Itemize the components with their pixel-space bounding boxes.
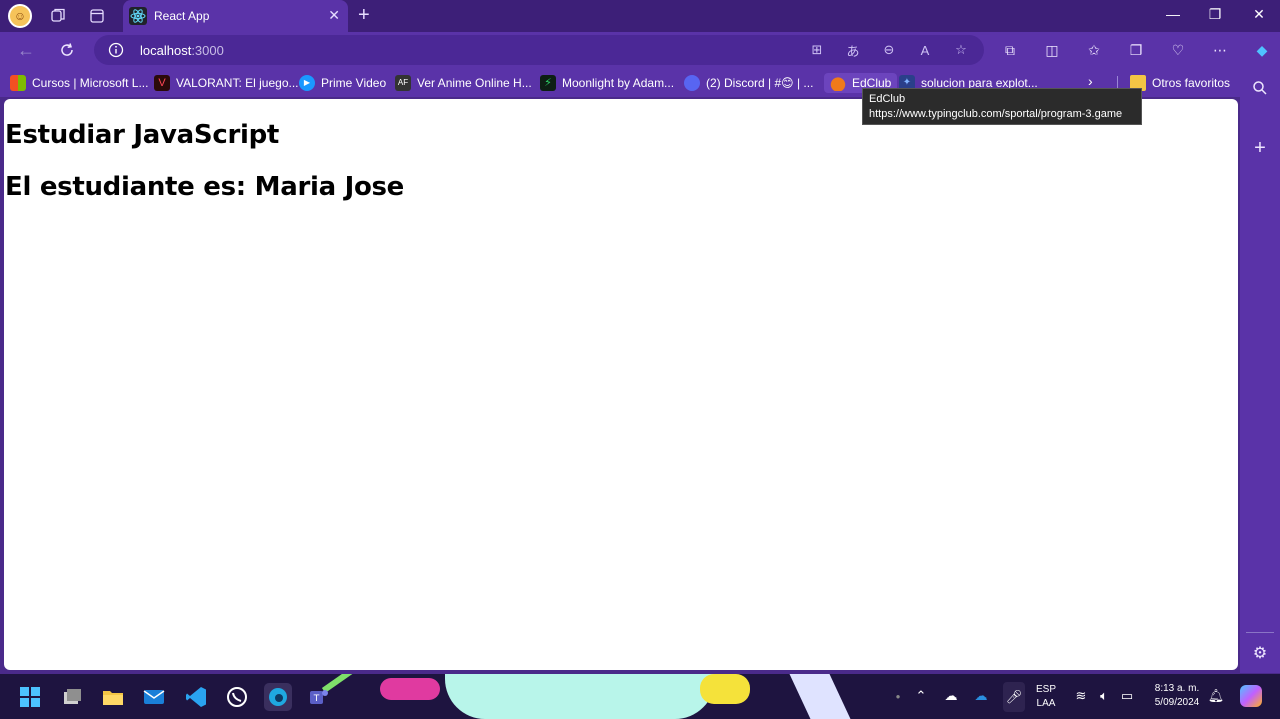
wifi-icon[interactable]: ≋ (1073, 688, 1089, 704)
favorites-icon[interactable]: ✩ (1084, 40, 1104, 60)
favorite-label: Prime Video (321, 76, 387, 90)
favorite-item[interactable]: AF Ver Anime Online H... (395, 73, 532, 93)
read-aloud-icon[interactable]: A (916, 41, 934, 59)
wallpaper-art (445, 674, 715, 719)
start-windows-icon[interactable] (16, 683, 44, 711)
language-code: ESP (1035, 684, 1056, 695)
keyboard-language[interactable]: ESP LAA (1032, 683, 1060, 711)
copilot-taskbar-icon[interactable] (1240, 685, 1262, 707)
wallpaper-art (380, 678, 440, 700)
site-info-icon[interactable] (108, 42, 124, 58)
task-view-icon[interactable] (58, 683, 86, 711)
favorite-item[interactable]: Cursos | Microsoft L... (10, 73, 148, 93)
chevron-up-icon[interactable]: ⌃ (913, 688, 929, 704)
app-available-icon[interactable]: ⊞ (808, 41, 826, 59)
page-viewport: Estudiar JavaScript El estudiante es: Ma… (4, 99, 1238, 670)
other-favorites-label: Otros favoritos (1152, 76, 1231, 90)
mic-muted-icon[interactable]: 🎤︎ (1003, 682, 1025, 712)
maximize-button[interactable]: ❐ (1192, 6, 1238, 26)
edge-sidebar: + ⚙ (1240, 68, 1280, 673)
collections-icon[interactable]: ❐ (1126, 40, 1146, 60)
favorite-label: Ver Anime Online H... (417, 76, 532, 90)
teams-icon[interactable]: T (305, 683, 333, 711)
whatsapp-icon[interactable] (223, 683, 251, 711)
file-explorer-icon[interactable] (99, 683, 127, 711)
wallpaper-art (700, 674, 750, 704)
tooltip-title: EdClub (869, 93, 906, 105)
wallpaper-art (789, 674, 851, 719)
settings-gear-icon[interactable]: ⚙ (1250, 643, 1270, 663)
other-favorites-folder[interactable]: Otros favoritos (1130, 73, 1230, 93)
favorite-item[interactable]: V VALORANT: El juego... (154, 73, 299, 93)
divider (1246, 632, 1274, 633)
mail-icon[interactable] (140, 683, 168, 711)
favorite-star-icon[interactable]: ☆ (952, 41, 970, 59)
microsoft-icon (10, 75, 26, 91)
windows-taskbar: T ● ⌃ ☁ ☁ 🎤︎ ESP LAA ≋ 🔈︎ ▭ 8:13 a. m. 5… (0, 674, 1280, 719)
new-tab-button[interactable]: + (358, 4, 370, 27)
zoom-icon[interactable]: ⊖ (880, 41, 898, 59)
clock-time: 8:13 a. m. (1154, 683, 1200, 694)
url-host: localhost (140, 43, 192, 58)
profile-avatar-icon[interactable]: ☺ (8, 4, 32, 28)
tooltip-url: https://www.typingclub.com/sportal/progr… (869, 108, 1123, 120)
tab-title: React App (154, 9, 210, 23)
extensions-icon[interactable]: ⧉ (1000, 40, 1020, 60)
close-window-button[interactable]: ✕ (1236, 6, 1280, 26)
address-bar[interactable]: localhost:3000 ⊞ あ ⊖ A ☆ (94, 35, 984, 65)
minimize-button[interactable]: — (1150, 6, 1196, 26)
volume-icon[interactable]: 🔈︎ (1096, 688, 1112, 704)
vscode-icon[interactable] (182, 683, 210, 711)
react-icon (129, 7, 147, 25)
notification-bell-icon[interactable]: 🔔︎ (1208, 688, 1225, 704)
url-text[interactable]: localhost:3000 (140, 43, 224, 58)
add-sidebar-app-icon[interactable]: + (1250, 137, 1270, 159)
title-bar: ☺ React App ✕ + — ❐ ✕ (0, 0, 1280, 32)
moonlight-icon: ⚡ (540, 75, 556, 91)
favorite-label: (2) Discord | #😊 | ... (706, 76, 814, 90)
favorite-item[interactable]: (2) Discord | #😊 | ... (684, 73, 813, 93)
refresh-icon[interactable] (57, 40, 77, 60)
browser-toolbar: ← localhost:3000 ⊞ あ ⊖ A ☆ ⧉ ◫ ✩ ❐ ♡ ⋯ ◆ (0, 32, 1280, 68)
workspaces-icon[interactable] (48, 6, 68, 26)
favorites-overflow-chevron-icon[interactable]: › (1088, 73, 1093, 89)
onedrive-icon[interactable]: ☁ (973, 688, 989, 704)
student-heading: El estudiante es: Maria Jose (5, 172, 405, 202)
bookmark-tooltip: EdClub https://www.typingclub.com/sporta… (862, 88, 1142, 125)
favorite-label: Moonlight by Adam... (562, 76, 675, 90)
url-port: :3000 (191, 43, 224, 58)
split-screen-icon[interactable]: ◫ (1042, 40, 1062, 60)
tab-close-icon[interactable]: ✕ (328, 7, 340, 24)
tab-react-app[interactable]: React App ✕ (123, 0, 348, 32)
animeflv-icon: AF (395, 75, 411, 91)
battery-icon[interactable]: ▭ (1119, 688, 1135, 704)
keyboard-layout: LAA (1036, 698, 1056, 709)
clock-date: 5/09/2024 (1154, 697, 1200, 708)
svg-text:T: T (313, 694, 320, 704)
valorant-icon: V (154, 75, 170, 91)
clock[interactable]: 8:13 a. m. 5/09/2024 (1146, 682, 1208, 710)
search-icon[interactable] (1250, 78, 1270, 98)
more-options-icon[interactable]: ⋯ (1210, 40, 1230, 60)
cloud-sync-icon[interactable]: ☁ (943, 688, 959, 704)
prime-video-icon: ▶ (299, 75, 315, 91)
favorite-label: VALORANT: El juego... (176, 76, 299, 90)
tab-actions-icon[interactable] (87, 6, 107, 26)
copilot-icon[interactable]: ◆ (1252, 40, 1272, 60)
back-arrow-icon[interactable]: ← (16, 40, 36, 60)
favorite-label: Cursos | Microsoft L... (32, 76, 149, 90)
favorite-item[interactable]: ⚡ Moonlight by Adam... (540, 73, 674, 93)
dot-icon: ● (895, 691, 901, 701)
translate-icon[interactable]: あ (844, 41, 862, 59)
discord-icon (684, 75, 700, 91)
favorite-item[interactable]: ▶ Prime Video (299, 73, 386, 93)
edclub-icon (830, 75, 846, 91)
browser-essentials-icon[interactable]: ♡ (1168, 40, 1188, 60)
edge-browser-icon[interactable] (264, 683, 292, 711)
